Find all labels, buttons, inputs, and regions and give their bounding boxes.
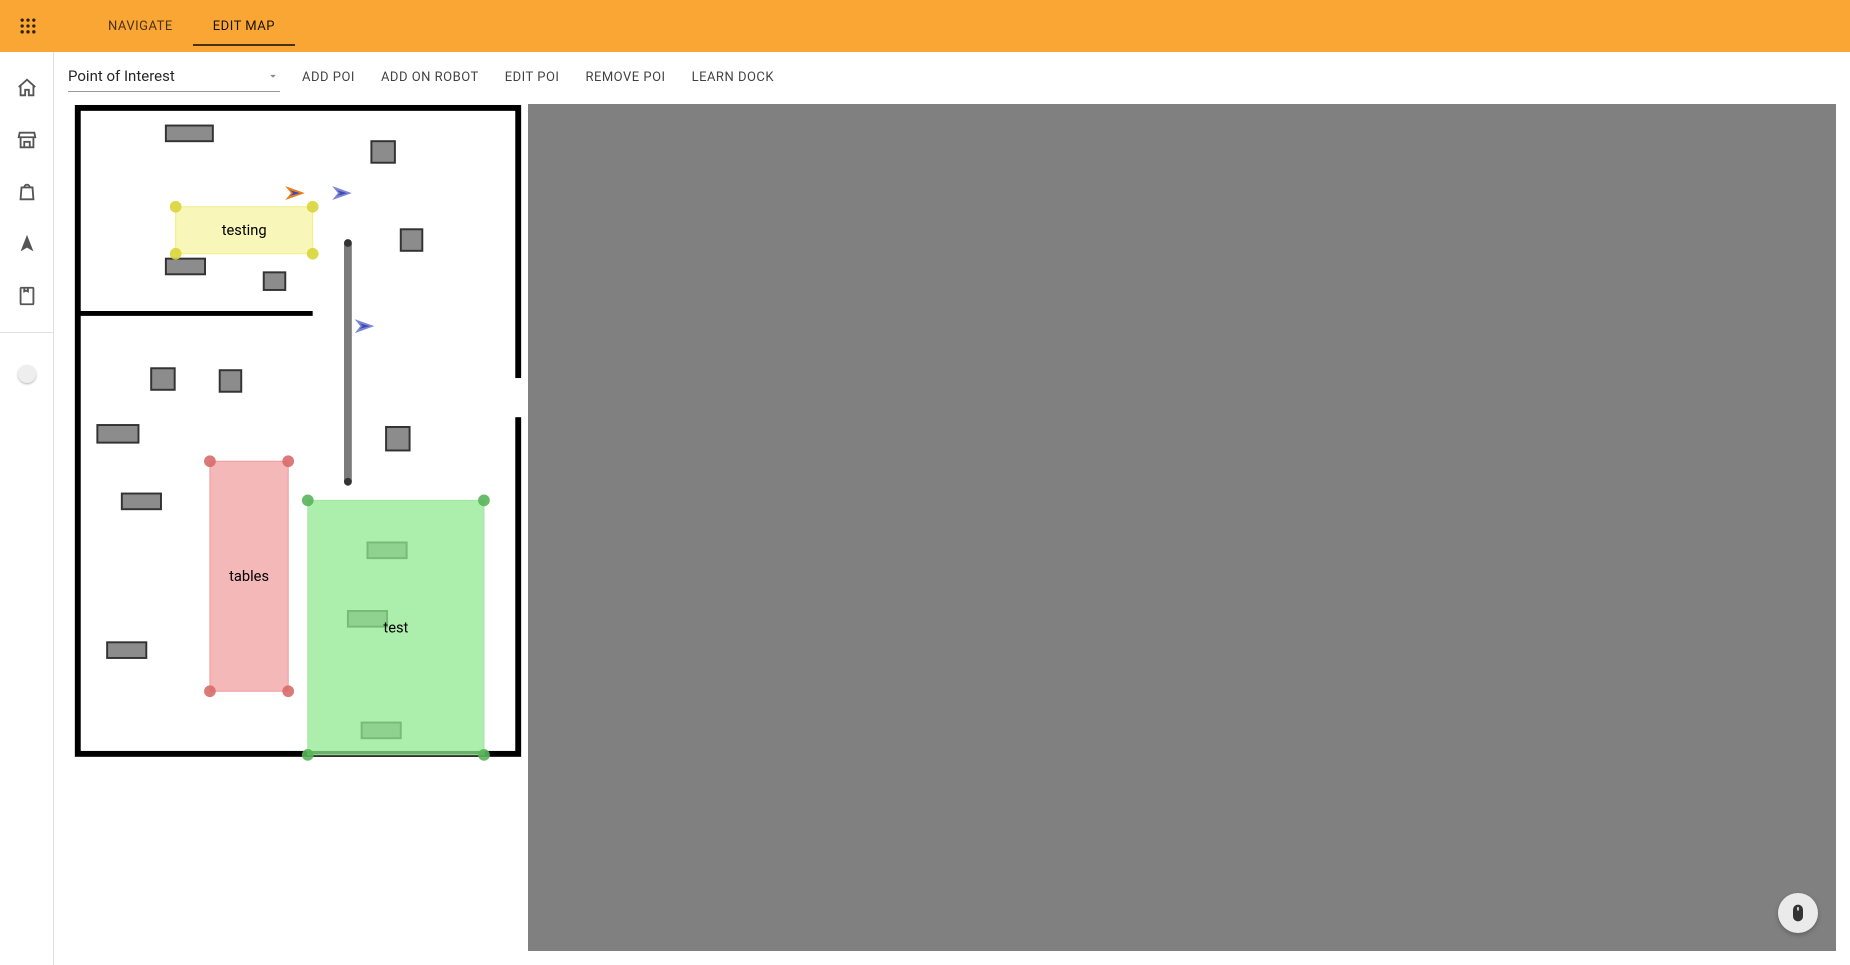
main-content: Point of Interest ADD POI ADD ON ROBOT E… — [54, 52, 1850, 965]
navigation-icon — [16, 233, 38, 255]
edit-mode-select[interactable]: Point of Interest — [68, 62, 280, 92]
sidebar-item-book[interactable] — [7, 276, 47, 316]
edit-poi-button[interactable]: EDIT POI — [501, 64, 564, 91]
sidebar-item-navigate[interactable] — [7, 224, 47, 264]
zone-handle[interactable] — [282, 455, 294, 467]
book-icon — [16, 285, 38, 307]
zone-handle[interactable] — [204, 455, 216, 467]
zone-label: tables — [229, 567, 269, 585]
bag-icon — [16, 181, 38, 203]
poi-marker[interactable] — [358, 321, 372, 331]
sidebar-item-bag[interactable] — [7, 172, 47, 212]
zone-handle[interactable] — [204, 685, 216, 697]
zone-label: testing — [222, 221, 267, 239]
zone-label: test — [383, 619, 408, 637]
store-icon — [16, 129, 38, 151]
toolbar: Point of Interest ADD POI ADD ON ROBOT E… — [54, 52, 1850, 96]
remove-poi-button[interactable]: REMOVE POI — [581, 64, 669, 91]
map-canvas[interactable]: testing tables test — [68, 104, 1836, 951]
sidebar-item-home[interactable] — [7, 68, 47, 108]
zone-handle[interactable] — [307, 201, 319, 213]
mouse-mode-button[interactable] — [1778, 893, 1818, 933]
zone-handle[interactable] — [170, 201, 182, 213]
zone-handle[interactable] — [307, 248, 319, 260]
left-sidebar — [0, 52, 54, 965]
add-poi-button[interactable]: ADD POI — [298, 64, 359, 91]
zone-test[interactable]: test — [302, 495, 490, 761]
poi-marker[interactable] — [288, 188, 302, 198]
sidebar-divider — [0, 332, 53, 333]
zone-tables[interactable]: tables — [204, 455, 294, 697]
zone-handle[interactable] — [478, 749, 490, 761]
tab-bar: NAVIGATE EDIT MAP — [88, 0, 295, 52]
tab-navigate[interactable]: NAVIGATE — [88, 0, 193, 52]
chevron-down-icon — [266, 68, 280, 87]
zone-handle[interactable] — [302, 495, 314, 507]
home-icon — [16, 77, 38, 99]
zone-handle[interactable] — [282, 685, 294, 697]
zone-handle[interactable] — [302, 749, 314, 761]
tab-edit-map[interactable]: EDIT MAP — [193, 0, 295, 52]
mouse-icon — [1788, 903, 1808, 923]
sidebar-slider-knob[interactable] — [18, 365, 36, 383]
zone-testing[interactable]: testing — [170, 201, 319, 260]
sidebar-item-store[interactable] — [7, 120, 47, 160]
top-bar: NAVIGATE EDIT MAP — [0, 0, 1850, 52]
apps-menu-button[interactable] — [8, 6, 48, 46]
poi-marker[interactable] — [335, 188, 349, 198]
zone-handle[interactable] — [170, 248, 182, 260]
apps-icon — [18, 16, 38, 36]
add-on-robot-button[interactable]: ADD ON ROBOT — [377, 64, 483, 91]
learn-dock-button[interactable]: LEARN DOCK — [688, 64, 778, 91]
edit-mode-select-label: Point of Interest — [68, 67, 175, 85]
floor-plan[interactable]: testing tables test — [68, 104, 528, 951]
zone-handle[interactable] — [478, 495, 490, 507]
